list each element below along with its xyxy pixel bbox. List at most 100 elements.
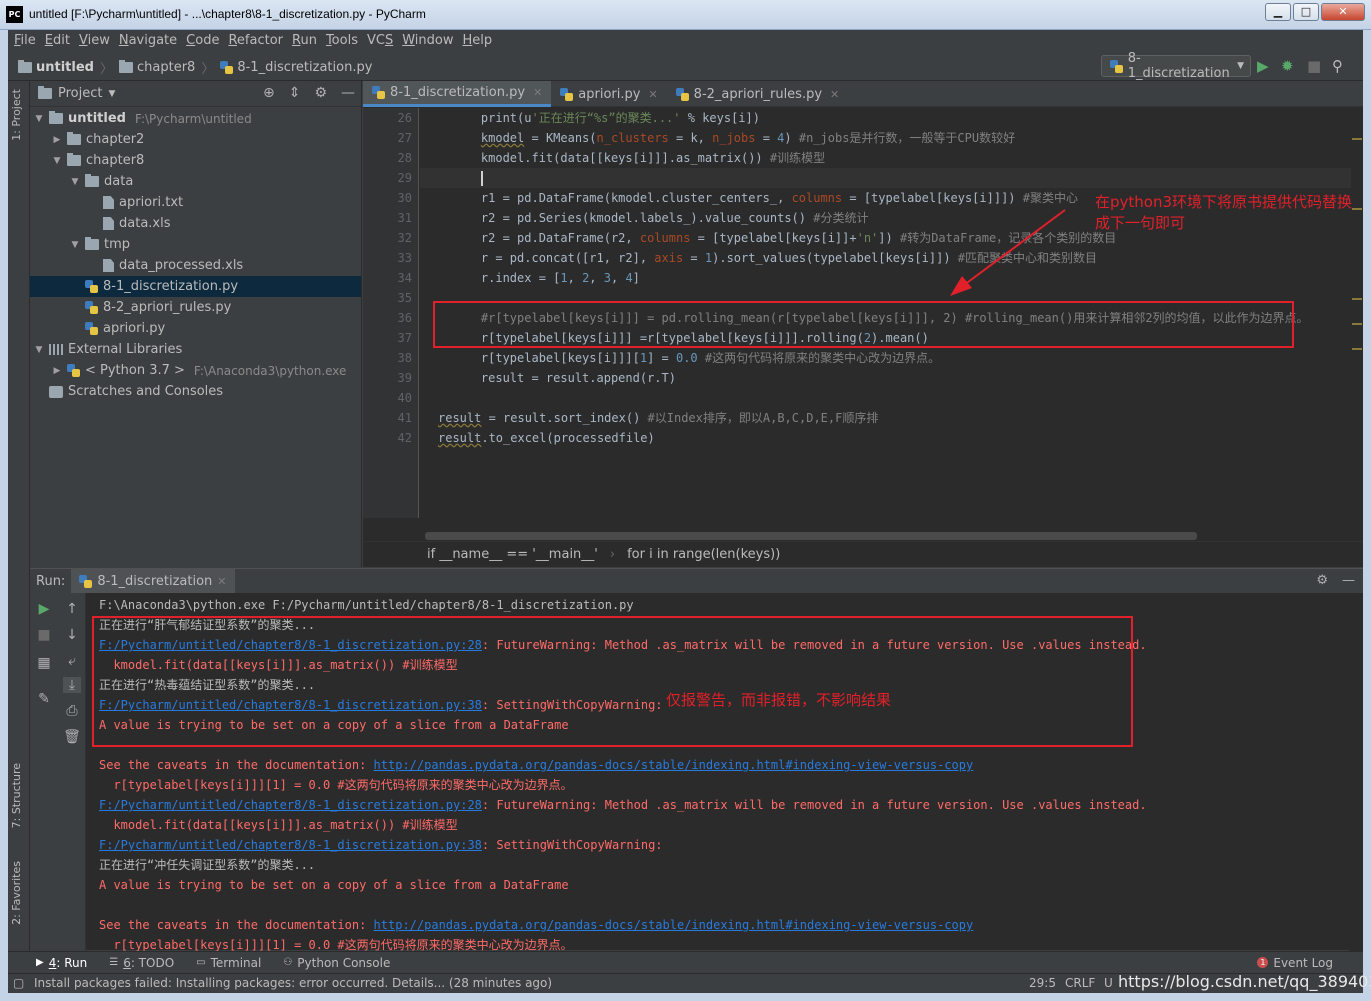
project-view-label[interactable]: Project	[58, 86, 102, 101]
editor-horizontal-scrollbar[interactable]	[425, 532, 1197, 540]
close-tab-icon[interactable]: ✕	[648, 88, 657, 101]
tree-item[interactable]: data.xls	[30, 213, 361, 234]
chevron-right-icon[interactable]: ▶	[52, 135, 62, 145]
up-arrow-icon[interactable]: ↑	[63, 601, 81, 617]
editor-tab[interactable]: 8-2_apriori_rules.py ✕	[667, 81, 849, 107]
cursor-position[interactable]: 29:5	[1029, 976, 1056, 990]
tree-item[interactable]: ▼ External Libraries	[30, 339, 361, 360]
warning-marker[interactable]	[1352, 323, 1362, 325]
code-breadcrumb-item[interactable]: for i in range(len(keys))	[627, 547, 780, 562]
favorites-tool-tab[interactable]: 2: Favorites	[10, 861, 23, 925]
chevron-down-icon[interactable]: ▼	[34, 345, 44, 355]
gear-icon[interactable]: ⚙	[1316, 573, 1328, 588]
line-ending[interactable]: CRLF	[1065, 976, 1095, 990]
tree-item[interactable]: ▼ chapter8	[30, 150, 361, 171]
folder-icon	[49, 111, 63, 124]
warning-marker[interactable]	[1352, 298, 1362, 300]
menu-code[interactable]: Code	[185, 30, 225, 52]
stop-icon[interactable]: ■	[1307, 57, 1321, 75]
file-encoding[interactable]: U	[1104, 976, 1113, 990]
chevron-down-icon[interactable]: ▼	[34, 114, 44, 124]
debug-icon[interactable]: ✹	[1281, 57, 1294, 75]
menu-edit[interactable]: Edit	[44, 30, 76, 52]
tree-item[interactable]: data_processed.xls	[30, 255, 361, 276]
console-line: F:/Pycharm/untitled/chapter8/8-1_discret…	[99, 838, 663, 852]
tree-item[interactable]: apriori.txt	[30, 192, 361, 213]
menu-refactor[interactable]: Refactor	[227, 30, 289, 52]
editor-tab[interactable]: apriori.py ✕	[551, 81, 666, 107]
tree-item[interactable]: 8-2_apriori_rules.py	[30, 297, 361, 318]
chevron-down-icon[interactable]: ▼	[70, 177, 80, 187]
stop-icon[interactable]: ■	[35, 627, 53, 643]
project-tool-tab[interactable]: 1: Project	[10, 89, 23, 141]
menu-run[interactable]: Run	[291, 30, 323, 52]
scroll-to-end-icon[interactable]: ⤓	[63, 677, 81, 693]
close-tab-icon[interactable]: ✕	[217, 575, 226, 588]
bottom-tab[interactable]: ☰ 6: TODO	[109, 956, 174, 970]
breadcrumb-folder[interactable]: chapter8	[119, 60, 195, 75]
tree-item[interactable]: ▶ chapter2	[30, 129, 361, 150]
status-message[interactable]: Install packages failed: Installing pack…	[34, 976, 552, 990]
menu-help[interactable]: Help	[462, 30, 499, 52]
editor-scrollbar[interactable]	[1351, 108, 1363, 518]
layout-icon[interactable]: ▦	[35, 655, 53, 671]
docs-link[interactable]: http://pandas.pydata.org/pandas-docs/sta…	[374, 918, 974, 932]
tree-item[interactable]: ▼ tmp	[30, 234, 361, 255]
menu-tools[interactable]: Tools	[325, 30, 364, 52]
locate-icon[interactable]: ⊕	[263, 85, 275, 101]
code-line: r2 = pd.Series(kmodel.labels_).value_cou…	[452, 211, 869, 225]
hide-icon[interactable]: —	[341, 85, 355, 101]
run-icon[interactable]: ▶	[1257, 57, 1269, 75]
docs-link[interactable]: http://pandas.pydata.org/pandas-docs/sta…	[374, 758, 974, 772]
warning-marker[interactable]	[1352, 138, 1362, 140]
rerun-icon[interactable]: ▶	[35, 601, 53, 617]
chevron-down-icon[interactable]: ▼	[70, 240, 80, 250]
minimize-button[interactable]: ▁	[1265, 3, 1291, 21]
structure-tool-tab[interactable]: 7: Structure	[10, 763, 23, 828]
bottom-tab[interactable]: ⚇ Python Console	[283, 956, 390, 970]
close-tab-icon[interactable]: ✕	[830, 88, 839, 101]
bottom-tab[interactable]: ▭ Terminal	[196, 956, 261, 970]
menu-vcs[interactable]: VCS	[366, 30, 399, 52]
close-button[interactable]: ✕	[1321, 3, 1365, 21]
maximize-button[interactable]: □	[1293, 3, 1319, 21]
chevron-right-icon[interactable]: ▶	[52, 366, 62, 376]
warning-marker[interactable]	[1352, 348, 1362, 350]
breadcrumb-file[interactable]: 8-1_discretization.py	[220, 60, 372, 75]
warning-marker[interactable]	[1352, 208, 1362, 210]
source-link[interactable]: F:/Pycharm/untitled/chapter8/8-1_discret…	[99, 798, 482, 812]
bottom-tab[interactable]: ▶ 4: Run	[36, 956, 87, 970]
event-log-button[interactable]: 1 Event Log	[1257, 956, 1333, 970]
run-tab[interactable]: 8-1_discretization ✕	[71, 569, 235, 593]
trash-icon[interactable]: 🗑	[63, 729, 81, 745]
hide-icon[interactable]: —	[1342, 573, 1355, 588]
code-breadcrumb-item[interactable]: if __name__ == '__main__'	[427, 547, 598, 562]
chevron-down-icon[interactable]: ▼	[52, 156, 62, 166]
chevron-down-icon[interactable]: ▼	[108, 89, 115, 99]
tree-item[interactable]: Scratches and Consoles	[30, 381, 361, 402]
menu-navigate[interactable]: Navigate	[118, 30, 183, 52]
gear-icon[interactable]: ⚙	[314, 85, 327, 101]
tree-item[interactable]: ▼ untitled F:\Pycharm\untitled	[30, 108, 361, 129]
menu-view[interactable]: View	[78, 30, 116, 52]
tree-item[interactable]: apriori.py	[30, 318, 361, 339]
breadcrumb-separator: 〉	[201, 62, 215, 77]
menu-window[interactable]: Window	[401, 30, 459, 52]
menu-file[interactable]: File	[13, 30, 42, 52]
breadcrumb-project[interactable]: untitled	[18, 60, 94, 75]
collapse-all-icon[interactable]: ⇕	[289, 85, 301, 101]
close-tab-icon[interactable]: ✕	[533, 86, 542, 99]
tree-item[interactable]: ▼ data	[30, 171, 361, 192]
run-configuration-select[interactable]: 8-1_discretization ▼	[1101, 51, 1251, 81]
console-scrollbar[interactable]	[1349, 593, 1363, 951]
status-toggle-icon[interactable]: ▢	[13, 976, 24, 990]
down-arrow-icon[interactable]: ↓	[63, 627, 81, 643]
pin-icon[interactable]: ✎	[35, 691, 53, 707]
print-icon[interactable]: ⎙	[63, 703, 81, 719]
search-icon[interactable]: ⚲	[1332, 57, 1343, 75]
soft-wrap-icon[interactable]: ⤶	[63, 653, 81, 669]
tree-item[interactable]: 8-1_discretization.py	[30, 276, 361, 297]
editor-tab[interactable]: 8-1_discretization.py ✕	[363, 81, 552, 107]
source-link[interactable]: F:/Pycharm/untitled/chapter8/8-1_discret…	[99, 838, 482, 852]
tree-item[interactable]: ▶ < Python 3.7 > F:\Anaconda3\python.exe	[30, 360, 361, 381]
